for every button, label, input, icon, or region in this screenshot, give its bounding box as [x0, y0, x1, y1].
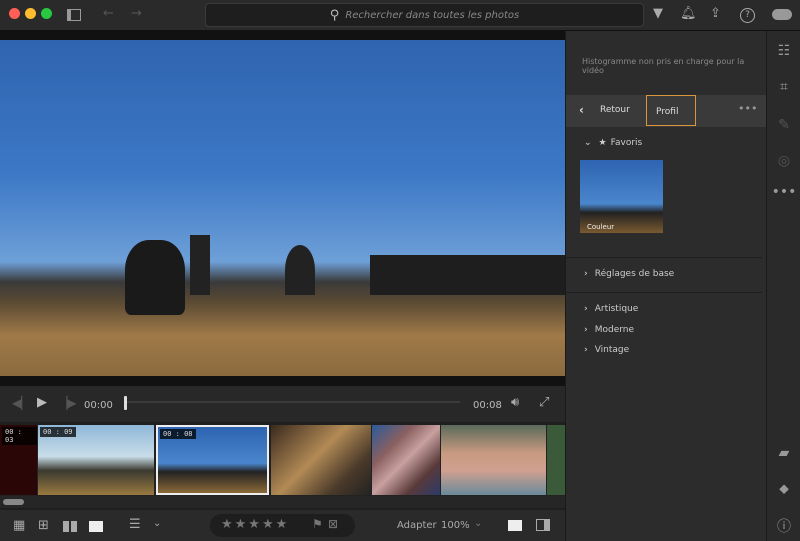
search-placeholder: Rechercher dans toutes les photos	[345, 9, 520, 21]
section-reglages-de-base[interactable]: › Réglages de base	[584, 269, 674, 279]
more-options-icon[interactable]: •••	[738, 102, 757, 115]
star-rating[interactable]: ★★★★★	[221, 517, 289, 532]
profile-thumb-couleur[interactable]: Couleur	[580, 160, 663, 233]
zoom-value[interactable]: 100%	[441, 520, 470, 531]
scrollbar-thumb[interactable]	[3, 499, 24, 505]
filmstrip-thumb[interactable]: 00 : 09	[38, 425, 154, 495]
back-arrow-icon[interactable]: ←	[103, 6, 114, 21]
photo-grid-icon[interactable]: ▦	[13, 518, 25, 533]
sliders-icon[interactable]: ☷	[767, 43, 800, 59]
fullscreen-icon[interactable]: ⤢	[539, 395, 549, 410]
filmstrip-toggle-icon[interactable]	[508, 520, 522, 531]
favorites-label: Favoris	[610, 138, 643, 148]
chevron-right-icon: ›	[584, 304, 588, 314]
chevron-right-icon: ›	[584, 345, 588, 355]
masking-icon[interactable]: ◎	[767, 153, 800, 169]
search-icon: ⚲	[329, 7, 340, 23]
filmstrip-thumb[interactable]	[547, 425, 565, 495]
divider	[566, 257, 762, 258]
share-icon[interactable]: ⇪	[710, 6, 721, 21]
zoom-mode[interactable]: Adapter	[397, 520, 437, 531]
video-duration-badge: 00 : 08	[160, 429, 196, 439]
section-vintage[interactable]: › Vintage	[584, 345, 629, 355]
star-icon: ★	[598, 138, 607, 148]
info-icon[interactable]: ⓘ	[767, 516, 800, 536]
chevron-right-icon: ›	[584, 325, 588, 335]
profile-tab[interactable]: Profil	[646, 95, 696, 126]
comment-icon[interactable]: ▰	[767, 445, 800, 461]
forward-arrow-icon[interactable]: →	[131, 6, 142, 21]
photo-viewer	[0, 31, 565, 386]
zoom-chevron-down-icon[interactable]: ⌄	[474, 518, 482, 529]
chevron-down-icon: ⌄	[584, 138, 592, 148]
filmstrip-thumb[interactable]	[271, 425, 371, 495]
filter-icon[interactable]: ▼	[653, 6, 663, 21]
video-controls: ◀▏ ▶ ▕▶ 00:00 00:08 🔊︎ ⤢	[0, 386, 565, 422]
more-tools-icon[interactable]: •••	[767, 184, 800, 200]
cloud-icon[interactable]	[772, 9, 792, 20]
minimize-window-button[interactable]	[25, 8, 36, 19]
bottom-toolbar: ▦ ⊞ ☰ ⌄ ★★★★★ ⚑ ⊠ Adapter 100% ⌄	[0, 510, 565, 541]
bell-icon[interactable]: 🔔︎	[680, 6, 697, 21]
next-frame-icon[interactable]: ▕▶	[58, 396, 76, 410]
filmstrip-thumb-selected[interactable]: 00 : 08	[156, 425, 269, 495]
reject-flag-icon[interactable]: ⊠	[328, 517, 338, 531]
video-frame[interactable]	[0, 40, 565, 376]
pick-flag-icon[interactable]: ⚑	[312, 517, 323, 531]
divider	[566, 292, 762, 293]
tag-icon[interactable]: ⬥	[767, 481, 800, 497]
chevron-right-icon: ›	[584, 269, 588, 279]
compare-view-icon[interactable]	[63, 521, 77, 532]
filmstrip-thumb[interactable]: 00 : 03	[0, 425, 37, 495]
back-chevron-icon[interactable]: ‹	[579, 103, 584, 117]
video-scrubber[interactable]	[125, 401, 460, 403]
sort-icon[interactable]: ☰	[129, 517, 141, 532]
edit-panel: Histogramme non pris en charge pour la v…	[565, 31, 766, 541]
detail-view-icon[interactable]	[89, 521, 103, 532]
profile-thumb-label: Couleur	[587, 223, 615, 231]
healing-icon[interactable]: ✎	[767, 117, 800, 133]
zoom-window-button[interactable]	[41, 8, 52, 19]
crop-icon[interactable]: ⌗	[767, 79, 800, 95]
scrubber-handle[interactable]	[124, 396, 127, 410]
histogram-note: Histogramme non pris en charge pour la v…	[582, 57, 745, 75]
sidebar-toggle-icon[interactable]	[67, 9, 81, 21]
previous-frame-icon[interactable]: ◀▏	[12, 396, 30, 410]
help-icon[interactable]: ?	[740, 8, 755, 23]
sort-chevron-down-icon[interactable]: ⌄	[153, 518, 161, 529]
profile-header: ‹ Retour Profil •••	[566, 95, 766, 127]
square-grid-icon[interactable]: ⊞	[38, 518, 49, 533]
search-input[interactable]: ⚲ Rechercher dans toutes les photos	[205, 3, 644, 27]
title-bar: ← → ⚲ Rechercher dans toutes les photos ▼…	[0, 0, 800, 31]
filmstrip-scrollbar[interactable]	[0, 496, 565, 508]
before-after-icon[interactable]	[536, 519, 550, 531]
back-button[interactable]: Retour	[600, 105, 630, 115]
duration: 00:08	[473, 400, 502, 411]
volume-icon[interactable]: 🔊︎	[511, 395, 519, 410]
close-window-button[interactable]	[9, 8, 20, 19]
video-duration-badge: 00 : 09	[40, 427, 76, 437]
play-icon[interactable]: ▶	[37, 395, 47, 410]
tool-rail: ☷ ⌗ ✎ ◎ ••• ▰ ⬥ ⓘ	[766, 31, 800, 541]
section-moderne[interactable]: › Moderne	[584, 325, 634, 335]
section-artistique[interactable]: › Artistique	[584, 304, 638, 314]
rating-flag-bar: ★★★★★ ⚑ ⊠	[210, 514, 355, 537]
video-duration-badge: 00 : 03	[2, 427, 37, 445]
filmstrip-thumb[interactable]	[372, 425, 440, 495]
favorites-section[interactable]: ⌄ ★ Favoris	[584, 138, 642, 148]
filmstrip: 00 : 03 00 : 09 00 : 08	[0, 425, 565, 496]
filmstrip-thumb[interactable]	[441, 425, 546, 495]
current-time: 00:00	[84, 400, 113, 411]
